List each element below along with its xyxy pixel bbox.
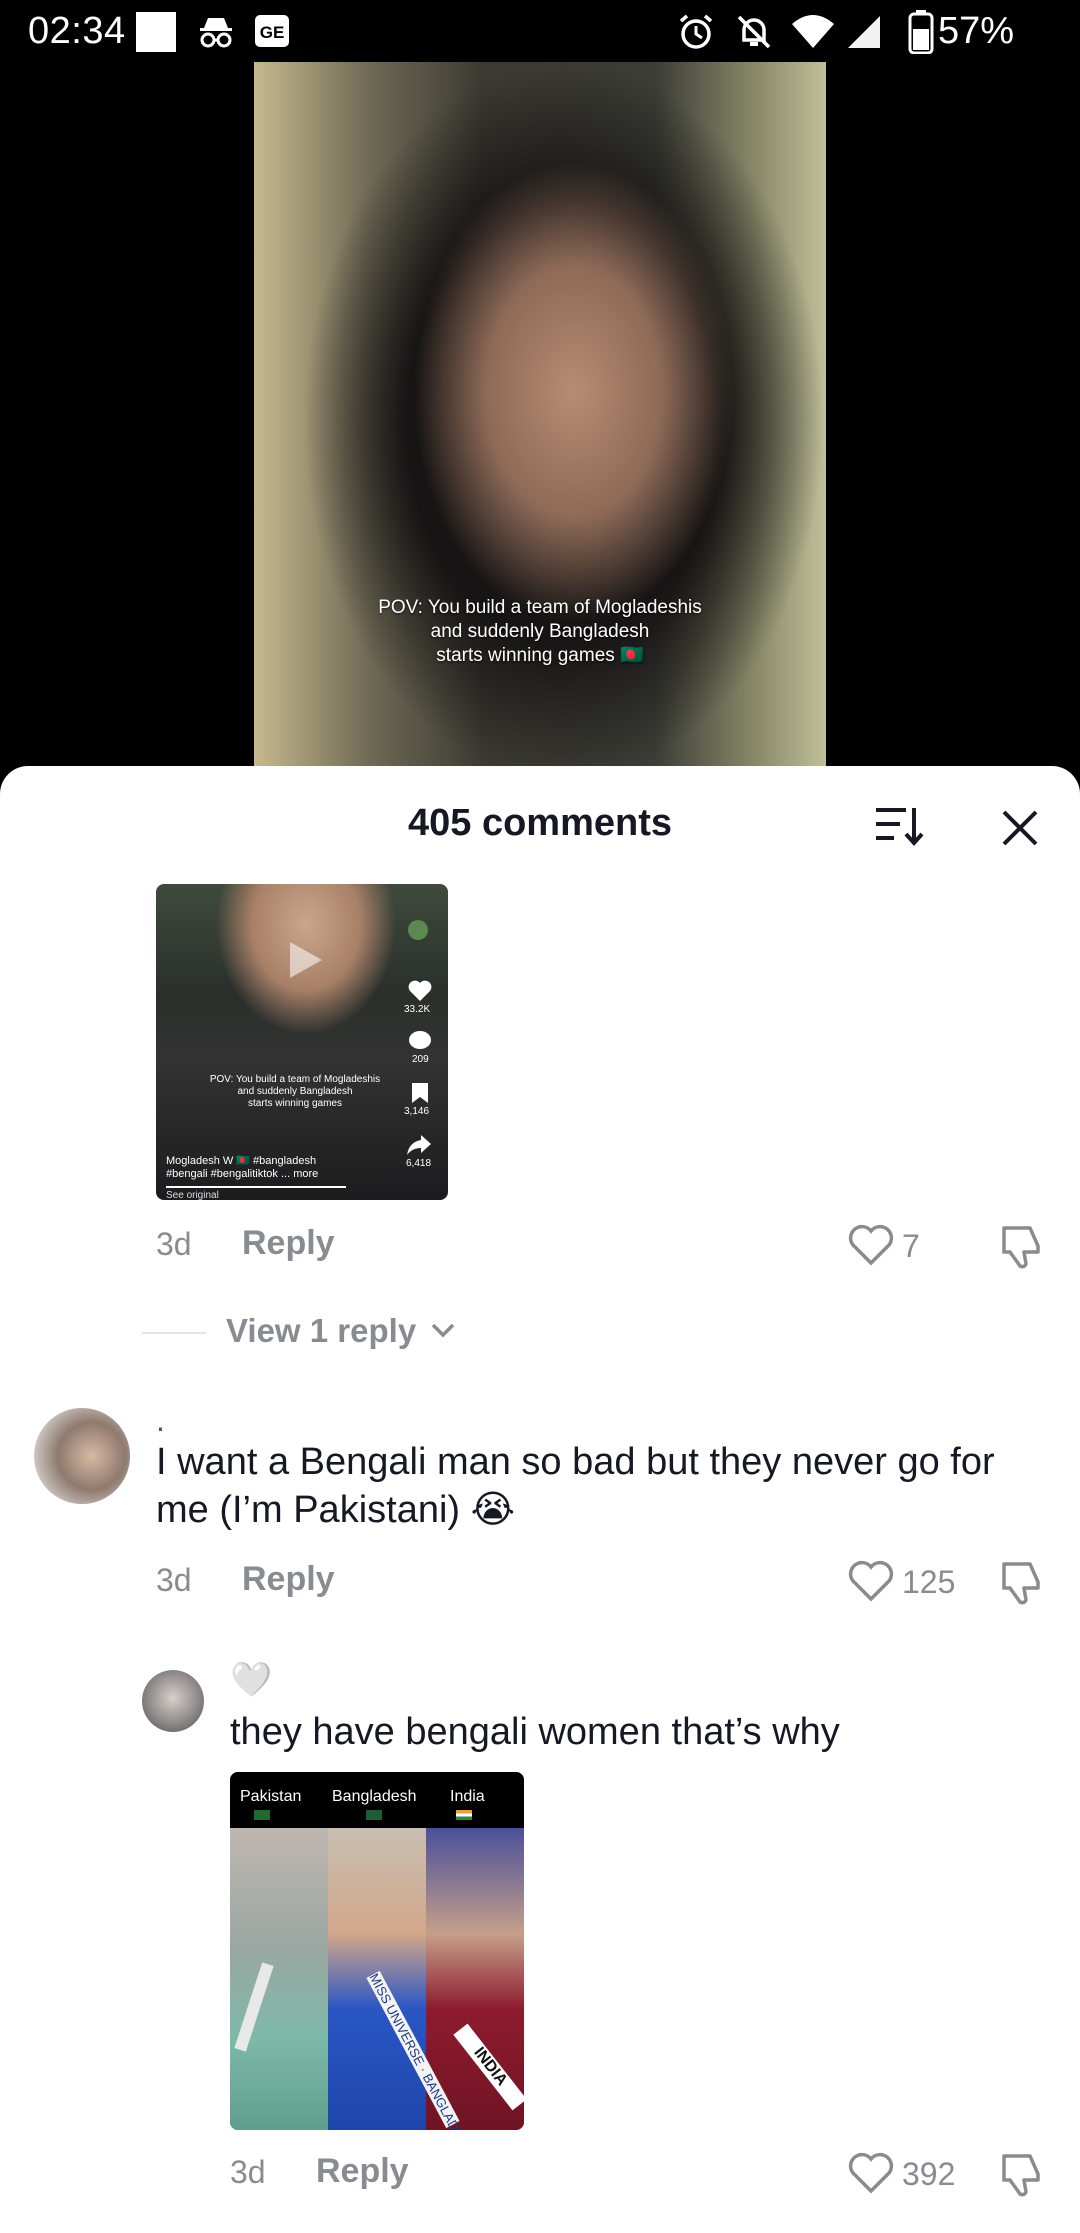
comment-text: I want a Bengali man so bad but they nev… [156,1438,1056,1534]
sort-icon[interactable] [872,802,924,848]
image-label: Bangladesh [332,1788,417,1805]
incognito-icon [200,18,232,48]
alarm-icon [679,14,713,49]
mini-caption: POV: You build a team of Mogladeshis and… [200,1074,390,1110]
creator-avatar-mini [408,920,428,940]
like-icon[interactable] [848,1224,894,1266]
image-label: Pakistan [240,1788,302,1805]
mini-caption-line: and suddenly Bangladesh [237,1086,353,1097]
mini-likes: 33.2K [404,1004,431,1015]
play-icon [290,942,322,978]
comment-image-attachment[interactable]: Pakistan Bangladesh India MISS UNIVERSE … [230,1772,524,2130]
status-bar: 02:34 GE 57% [0,0,1080,64]
like-icon[interactable] [848,2152,894,2194]
video-player[interactable]: POV: You build a team of Mogladeshis and… [254,62,826,770]
video-caption: POV: You build a team of Mogladeshis and… [254,596,826,668]
chevron-down-icon[interactable] [430,1322,456,1340]
carrier-icon: GE [255,15,289,47]
pakistan-flag-icon [254,1810,270,1820]
battery-percentage: 57% [937,10,1014,52]
dislike-icon[interactable] [998,2150,1048,2198]
comment-icon-mini [409,1031,431,1049]
dislike-icon[interactable] [998,1222,1048,1270]
battery-icon [908,10,934,54]
mini-see-original: See original [166,1190,219,1200]
comment-username[interactable]: 🤍 [230,1660,272,1700]
share-icon-mini [407,1135,431,1155]
image-label: India [450,1788,485,1805]
india-flag-icon [456,1810,472,1820]
svg-text:GE: GE [260,23,285,42]
video-caption-line: POV: You build a team of Mogladeshis [378,597,702,618]
comment-age: 3d [156,1562,192,1598]
like-count: 125 [902,1564,956,1600]
replies-divider [142,1332,206,1334]
dislike-icon[interactable] [998,1558,1048,1606]
view-replies-button[interactable]: View 1 reply [226,1312,416,1350]
mini-shares: 6,418 [406,1158,432,1169]
comment-age: 3d [230,2154,266,2190]
signal-icon [848,16,880,48]
mini-caption-line: POV: You build a team of Mogladeshis [209,1074,381,1085]
mini-progress-bar [166,1186,346,1188]
mini-author: Mogladesh W 🇧🇩 #bangladesh [166,1155,317,1167]
mini-tags: #bengali #bengalitiktok ... more [166,1168,319,1180]
comment-text-line: me (I’m Pakistani) 😭 [156,1489,516,1531]
avatar[interactable] [34,1408,130,1504]
reply-button[interactable]: Reply [242,1560,335,1599]
comment-username[interactable]: . [156,1402,165,1439]
comments-sheet: 405 comments 33.2K 209 3,146 6,418 POV: … [0,766,1080,2233]
like-icon[interactable] [848,1560,894,1602]
bookmark-icon-mini [412,1083,428,1103]
heart-icon-mini [408,980,432,1001]
comment-age: 3d [156,1226,192,1262]
reply-button[interactable]: Reply [242,1224,335,1263]
status-time: 02:34 [28,10,126,52]
close-icon[interactable] [996,804,1044,852]
comment-text-line: I want a Bengali man so bad but they nev… [156,1441,995,1483]
notification-square-icon [136,12,176,52]
video-caption-line: starts winning games 🇧🇩 [436,645,644,666]
avatar[interactable] [142,1670,204,1732]
mute-icon [737,15,771,49]
bangladesh-flag-icon [366,1810,382,1820]
mini-comments: 209 [412,1054,429,1065]
mini-caption-line: starts winning games [248,1098,342,1109]
reply-button[interactable]: Reply [316,2152,409,2191]
comment-video-attachment[interactable]: 33.2K 209 3,146 6,418 POV: You build a t… [156,884,448,1200]
wifi-icon [792,15,834,48]
video-caption-line: and suddenly Bangladesh [430,621,650,642]
like-count: 7 [902,1228,920,1264]
like-count: 392 [902,2156,956,2192]
comment-text: they have bengali women that’s why [230,1711,840,1753]
contestant-pakistan [230,1828,328,2130]
mini-saves: 3,146 [404,1106,430,1117]
